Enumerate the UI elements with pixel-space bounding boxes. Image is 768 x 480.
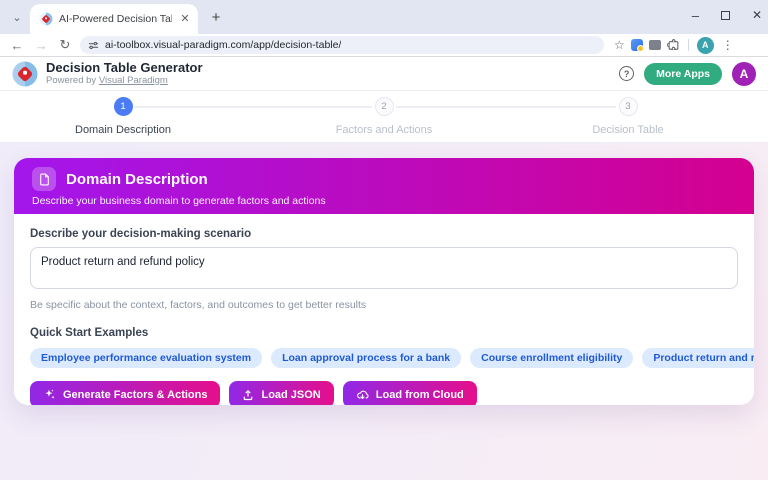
cloud-download-icon (356, 388, 369, 401)
step-factors-and-actions[interactable]: 2 Factors and Actions (304, 97, 464, 136)
visual-paradigm-logo-icon (12, 61, 38, 87)
step-label: Decision Table (592, 124, 663, 136)
example-pill[interactable]: Course enrollment eligibility (470, 348, 633, 368)
app-title: Decision Table Generator (46, 61, 203, 76)
help-icon[interactable]: ? (619, 66, 634, 81)
window-minimize-icon[interactable]: – (692, 8, 699, 23)
load-json-label: Load JSON (261, 389, 320, 401)
browser-profile-avatar[interactable]: A (697, 37, 714, 54)
load-json-button[interactable]: Load JSON (229, 381, 333, 405)
powered-by-link[interactable]: Visual Paradigm (99, 75, 168, 86)
more-apps-button[interactable]: More Apps (644, 63, 722, 85)
main-content: Domain Description Describe your busines… (0, 143, 768, 480)
step-decision-table[interactable]: 3 Decision Table (548, 97, 708, 136)
browser-window: ⌄ AI-Powered Decision Table Buil ✕ + – ✕… (0, 0, 768, 480)
extensions-puzzle-icon[interactable] (667, 39, 680, 52)
bookmark-star-icon[interactable]: ☆ (614, 38, 625, 52)
scenario-label: Describe your decision-making scenario (30, 228, 738, 240)
back-icon[interactable]: ← (8, 38, 26, 53)
address-bar[interactable]: ai-toolbox.visual-paradigm.com/app/decis… (80, 36, 604, 54)
browser-tab[interactable]: AI-Powered Decision Table Buil ✕ (30, 4, 198, 34)
browser-toolbar: ← → ↻ ai-toolbox.visual-paradigm.com/app… (0, 34, 768, 57)
example-pills: Employee performance evaluation system L… (30, 348, 738, 368)
window-close-icon[interactable]: ✕ (752, 8, 762, 22)
url-text: ai-toolbox.visual-paradigm.com/app/decis… (105, 39, 341, 51)
step-number: 2 (375, 97, 394, 116)
document-icon (32, 167, 56, 191)
step-label: Domain Description (75, 124, 171, 136)
example-pill[interactable]: Product return and refund policy (642, 348, 754, 368)
domain-description-card: Domain Description Describe your busines… (14, 158, 754, 405)
step-number: 3 (619, 97, 638, 116)
browser-menu-icon[interactable]: ⋮ (722, 38, 734, 52)
step-domain-description[interactable]: 1 Domain Description (43, 97, 203, 136)
load-from-cloud-button[interactable]: Load from Cloud (343, 381, 477, 405)
user-avatar[interactable]: A (732, 62, 756, 86)
step-number: 1 (114, 97, 133, 116)
scenario-helper-text: Be specific about the context, factors, … (30, 299, 738, 311)
reload-icon[interactable]: ↻ (56, 37, 74, 53)
new-tab-button[interactable]: + (204, 6, 228, 30)
action-buttons: Generate Factors & Actions Load JSON Loa… (30, 381, 738, 405)
window-maximize-icon[interactable] (721, 11, 730, 20)
site-settings-icon[interactable] (88, 40, 99, 51)
upload-icon (242, 389, 254, 401)
tab-search-chevron-icon[interactable]: ⌄ (6, 6, 28, 28)
quick-start-label: Quick Start Examples (30, 327, 738, 339)
generate-factors-actions-button[interactable]: Generate Factors & Actions (30, 381, 220, 405)
tab-favicon-icon (39, 12, 53, 26)
toolbar-divider (688, 39, 689, 51)
forward-icon[interactable]: → (32, 38, 50, 53)
tab-close-icon[interactable]: ✕ (178, 12, 192, 26)
stepper: 1 Domain Description 2 Factors and Actio… (0, 91, 768, 143)
sparkles-icon (43, 388, 56, 401)
load-cloud-label: Load from Cloud (376, 389, 464, 401)
extension-bubble-icon[interactable] (649, 40, 661, 50)
example-pill[interactable]: Loan approval process for a bank (271, 348, 461, 368)
card-title: Domain Description (66, 171, 208, 188)
tab-strip: ⌄ AI-Powered Decision Table Buil ✕ + – ✕ (0, 0, 768, 34)
step-label: Factors and Actions (336, 124, 433, 136)
app-header: Decision Table Generator Powered by Visu… (0, 57, 768, 91)
scenario-input[interactable]: Product return and refund policy (30, 247, 738, 289)
tab-title: AI-Powered Decision Table Buil (59, 13, 172, 25)
extension-translate-icon[interactable] (631, 39, 643, 51)
generate-label: Generate Factors & Actions (63, 389, 207, 401)
card-body: Describe your decision-making scenario P… (14, 214, 754, 405)
card-header: Domain Description Describe your busines… (14, 158, 754, 214)
powered-by-prefix: Powered by (46, 75, 99, 86)
example-pill[interactable]: Employee performance evaluation system (30, 348, 262, 368)
card-subtitle: Describe your business domain to generat… (32, 195, 736, 207)
powered-by: Powered by Visual Paradigm (46, 76, 203, 87)
